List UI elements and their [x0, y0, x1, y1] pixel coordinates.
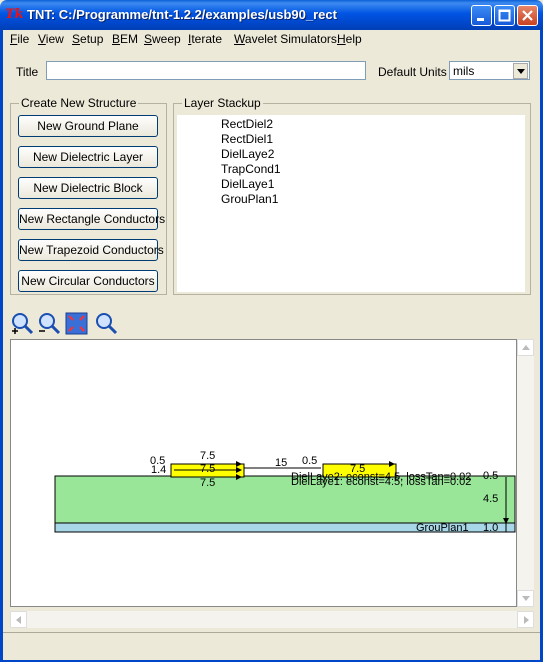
menu-file[interactable]: File: [10, 32, 29, 46]
zoom-out-icon[interactable]: [37, 311, 62, 336]
menu-view[interactable]: View: [38, 32, 64, 46]
title-bar: Tk TNT: C:/Programme/tnt-1.2.2/examples/…: [0, 0, 543, 30]
ground-plane-label: GrouPlan1: [416, 522, 469, 534]
maximize-icon: [498, 9, 511, 22]
scroll-left-icon[interactable]: [10, 611, 27, 628]
new-circular-conductors-button[interactable]: New Circular Conductors: [18, 270, 158, 292]
tk-app-icon: Tk: [5, 7, 24, 22]
menu-bar: File View Setup BEM Sweep Iterate Wavele…: [3, 30, 540, 49]
dim-75-a: 7.5: [200, 450, 215, 462]
new-rectangle-conductors-button[interactable]: New Rectangle Conductors: [18, 208, 165, 230]
units-select[interactable]: mils: [449, 61, 530, 80]
horizontal-scrollbar[interactable]: [10, 611, 534, 628]
dim-45: 4.5: [483, 493, 498, 505]
stack-item-rectdiel1[interactable]: RectDiel1: [221, 132, 273, 146]
menu-iterate[interactable]: Iterate: [188, 32, 222, 46]
layer-stackup-legend: Layer Stackup: [182, 96, 263, 110]
zoom-icon[interactable]: [94, 311, 119, 336]
vertical-scrollbar[interactable]: [517, 339, 534, 607]
menu-bem[interactable]: BEM: [112, 32, 138, 46]
layer-stackup-list[interactable]: RectDiel2 RectDiel1 DielLaye2 TrapCond1 …: [177, 115, 525, 292]
menu-wavelet-simulators[interactable]: Wavelet Simulators: [234, 32, 337, 46]
dim-75-c: 7.5: [200, 477, 215, 489]
stack-item-grouplan1[interactable]: GrouPlan1: [221, 192, 278, 206]
new-dielectric-block-button[interactable]: New Dielectric Block: [18, 177, 158, 199]
scroll-right-icon[interactable]: [517, 611, 534, 628]
units-value: mils: [453, 64, 475, 78]
new-dielectric-layer-button[interactable]: New Dielectric Layer: [18, 146, 158, 168]
stack-item-diellaye2[interactable]: DielLaye2: [221, 147, 274, 161]
minimize-button[interactable]: [471, 5, 492, 26]
title-label: Title: [16, 65, 39, 79]
maximize-button[interactable]: [494, 5, 515, 26]
dim-05-c: 0.5: [483, 470, 498, 482]
new-trapezoid-conductors-button[interactable]: New Trapezoid Conductors: [18, 239, 164, 261]
minimize-icon: [477, 18, 484, 21]
title-input[interactable]: [46, 61, 366, 80]
create-structure-legend: Create New Structure: [19, 96, 139, 110]
menu-setup[interactable]: Setup: [72, 32, 103, 46]
scroll-down-icon[interactable]: [517, 590, 534, 607]
close-button[interactable]: [517, 5, 538, 26]
structure-canvas[interactable]: 15 0.5 7.5 1.4 7.5 7.5 0.5 7.5 0.5 4.5 1…: [10, 339, 517, 607]
menu-sweep[interactable]: Sweep: [144, 32, 181, 46]
new-ground-plane-button[interactable]: New Ground Plane: [18, 115, 158, 137]
stack-item-diellaye1[interactable]: DielLaye1: [221, 177, 274, 191]
dim-05-b: 0.5: [302, 455, 317, 467]
dim-75-b: 7.5: [200, 463, 215, 475]
stack-item-rectdiel2[interactable]: RectDiel2: [221, 117, 273, 131]
close-icon: [522, 10, 533, 21]
menu-help[interactable]: Help: [337, 32, 362, 46]
zoom-in-icon[interactable]: [10, 311, 35, 336]
default-units-label: Default Units: [378, 65, 447, 79]
dim-15: 15: [275, 457, 287, 469]
zoom-fit-icon[interactable]: [64, 311, 89, 336]
window-title: TNT: C:/Programme/tnt-1.2.2/examples/usb…: [27, 7, 337, 22]
status-bar: [3, 632, 540, 660]
dielectric-label-b: DielLaye1: econst=4.5; lossTan=0.02: [291, 476, 471, 488]
scroll-up-icon[interactable]: [517, 339, 534, 356]
stack-item-trapcond1[interactable]: TrapCond1: [221, 162, 281, 176]
chevron-down-icon[interactable]: [513, 63, 528, 79]
dim-14: 1.4: [151, 464, 166, 476]
dim-10: 1.0: [483, 522, 498, 534]
